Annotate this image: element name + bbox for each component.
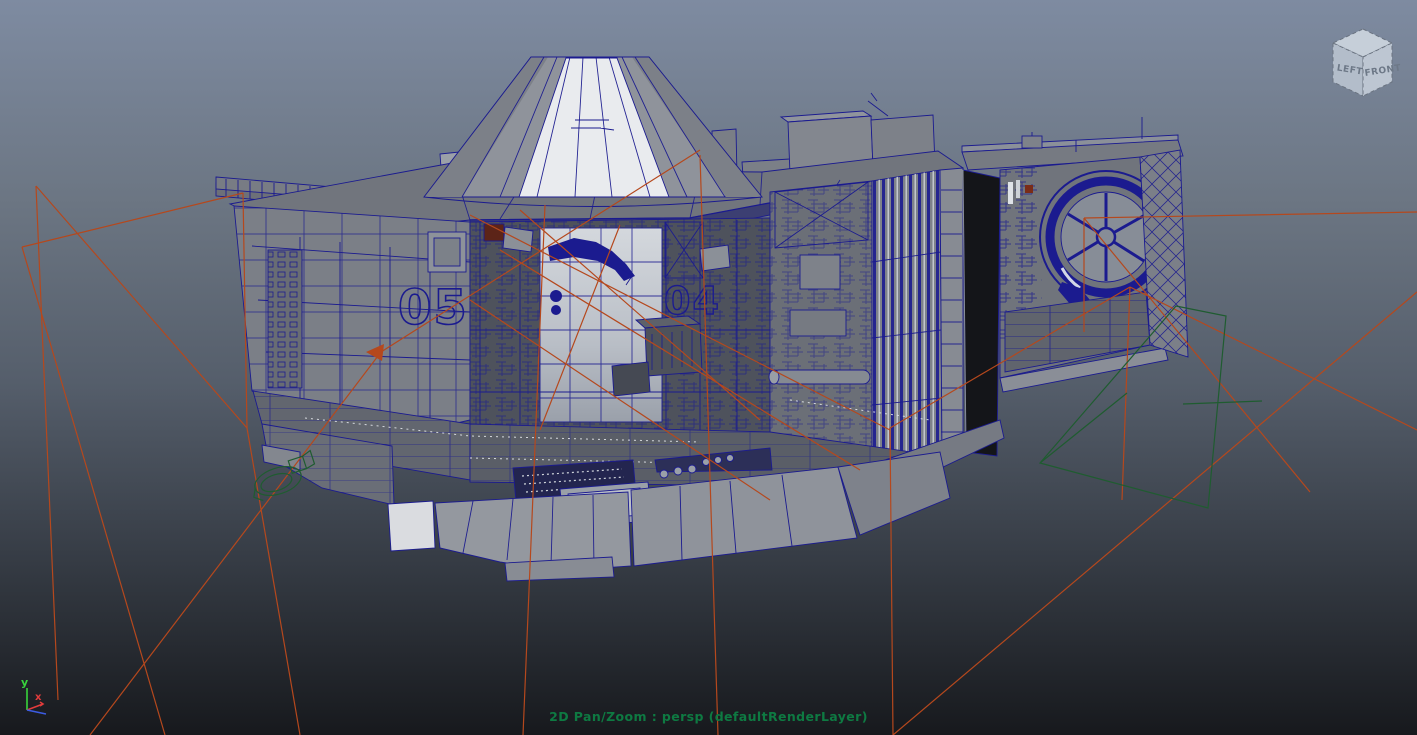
set-model: 05 04 xyxy=(215,56,1189,582)
viewport-canvas[interactable]: 05 04 LEFT FRONT y x xyxy=(0,0,1417,735)
wall-number-04: 04 xyxy=(664,279,721,323)
maya-3d-viewport[interactable]: 05 04 LEFT FRONT y x 2D Pan/Zoom: persp… xyxy=(0,0,1417,735)
axis-x-label: x xyxy=(35,692,42,703)
view-cube[interactable]: LEFT FRONT xyxy=(1331,28,1402,97)
wall-number-05: 05 xyxy=(398,280,469,336)
axis-x xyxy=(26,701,45,711)
right-wall xyxy=(768,167,964,471)
axis-z xyxy=(26,709,47,715)
axis-y-label: y xyxy=(21,676,28,689)
axis-gizmo: y x xyxy=(21,676,47,715)
door-panel xyxy=(962,169,1001,457)
cone-structure xyxy=(423,56,763,207)
viewport-status-text: 2D Pan/Zoom : persp (defaultRenderLayer) xyxy=(549,709,868,724)
